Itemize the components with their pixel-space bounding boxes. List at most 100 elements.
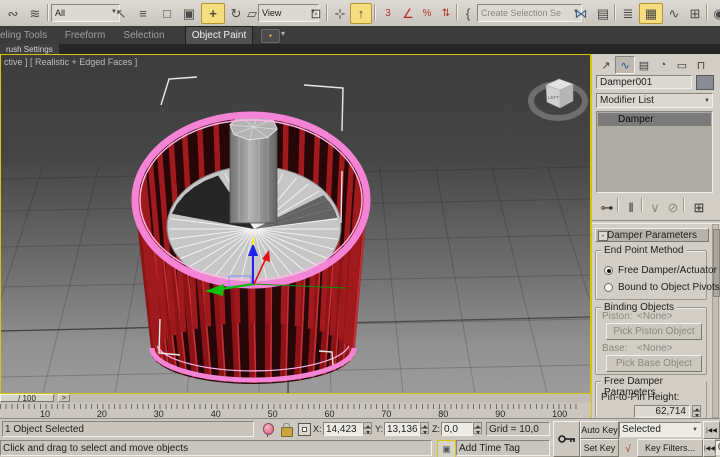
tab-freeform[interactable]: Freeform <box>62 26 108 44</box>
auto-key-button[interactable]: Auto Key <box>580 421 619 439</box>
z-spinner[interactable] <box>473 422 482 435</box>
modify-tab-icon[interactable]: ∿ <box>615 56 635 74</box>
ribbon-caret-icon[interactable]: ▾ <box>281 29 285 38</box>
kbd-override-icon[interactable]: ↑ <box>350 3 372 24</box>
pin-height-field[interactable]: 62,714 <box>634 405 690 418</box>
set-key-curve-icon[interactable]: √ <box>620 439 636 457</box>
dropdown-caret-icon: ▼ <box>704 98 710 104</box>
curve-editor-icon[interactable]: ∿ <box>663 3 685 24</box>
select-scale-icon[interactable]: ▱ <box>246 3 258 24</box>
selection-set-dropdown[interactable]: Selected ▼ <box>619 422 701 437</box>
percent-snap-icon[interactable]: % <box>417 3 437 24</box>
rollout-damper-parameters[interactable]: - Damper Parameters <box>595 228 709 242</box>
modifier-list-dropdown[interactable]: Modifier List ▼ <box>596 93 713 108</box>
add-time-tag-field[interactable]: Add Time Tag <box>456 440 550 456</box>
z-coord-value: 0,0 <box>444 424 458 435</box>
select-by-name-icon[interactable]: ≡ <box>132 3 154 24</box>
window-crossing-icon[interactable]: ▣ <box>178 3 200 24</box>
bind-spacewarp-icon[interactable]: ≋ <box>24 3 46 24</box>
track-bar[interactable]: 102030405060708090100 <box>0 403 591 418</box>
select-move-icon[interactable]: + <box>201 3 225 24</box>
set-keys-button[interactable] <box>553 421 580 457</box>
modifier-stack-list[interactable]: Damper <box>596 111 713 193</box>
named-sets-dropdown[interactable]: Create Selection Se <box>477 4 582 22</box>
pin-stack-icon[interactable]: ⊶ <box>598 197 616 218</box>
x-coord-value: 14,423 <box>326 424 357 435</box>
isolate-selection-icon[interactable] <box>263 423 274 435</box>
schematic-view-icon[interactable]: ⊞ <box>684 3 706 24</box>
grid-size-value: Grid = 10,0 <box>489 424 539 435</box>
button-label: Key Filters... <box>645 443 695 453</box>
current-frame-field[interactable]: 0 <box>715 440 720 455</box>
select-rotate-icon[interactable]: ↻ <box>225 3 247 24</box>
piston-label: Piston: <box>602 311 633 322</box>
time-slider-handle[interactable]: / 100 <box>0 394 54 402</box>
transform-typein-icon[interactable] <box>298 423 311 436</box>
material-editor-icon[interactable]: ◉ <box>709 3 720 24</box>
scene-explorer-icon[interactable]: ▦ <box>639 3 663 24</box>
object-color-swatch[interactable] <box>696 75 714 90</box>
angle-snap-icon[interactable]: ∠ <box>398 3 418 24</box>
pin-height-spinner[interactable] <box>692 405 701 418</box>
key-filters-button[interactable]: Key Filters... <box>637 439 703 457</box>
rollout-scrollbar[interactable] <box>712 224 719 418</box>
command-panel: ↗ ∿ ▤ ◔ ▭ ⊓ Damper001 Modifier List ▼ Da… <box>591 54 720 418</box>
snap-3d-icon[interactable]: 3 <box>378 3 398 24</box>
object-name-field[interactable]: Damper001 <box>596 75 692 89</box>
tab-object-paint[interactable]: Object Paint <box>185 26 253 44</box>
display-tab-icon[interactable]: ▭ <box>672 56 692 74</box>
make-unique-icon[interactable]: ∨ <box>646 197 664 218</box>
go-start-button[interactable]: |◀◀ <box>703 421 720 439</box>
toolbar-separator <box>456 4 457 21</box>
radio-bound-pivots[interactable] <box>604 283 613 292</box>
create-tab-icon[interactable]: ↗ <box>596 56 616 74</box>
main-toolbar: ∾ ≋ All ↖ ≡ □ ▣ + ↻ ▱ View ⊡ ⊹ ↑ 3 ∠ % ⇅… <box>0 0 720 27</box>
spinner-snap-icon[interactable]: ⇅ <box>436 3 456 24</box>
perspective-viewport[interactable]: LEFT ctive ] [ Realistic + Edged Faces ] <box>0 54 591 394</box>
tab-label: Freeform <box>65 30 106 41</box>
radio-free-damper[interactable] <box>604 266 613 275</box>
align-icon[interactable]: ▤ <box>592 3 614 24</box>
select-manipulate-icon[interactable]: ⊹ <box>330 3 350 24</box>
z-label: Z: <box>432 424 440 434</box>
motion-tab-icon[interactable]: ◔ <box>653 56 673 74</box>
remove-modifier-icon[interactable]: ⊘ <box>664 197 682 218</box>
use-center-icon[interactable]: ⊡ <box>306 3 326 24</box>
mirror-icon[interactable]: ⋈ <box>570 3 592 24</box>
stack-item-damper[interactable]: Damper <box>598 113 711 126</box>
pick-base-button[interactable]: Pick Base Object <box>606 355 702 372</box>
x-coord-field[interactable]: 14,423 <box>323 422 363 436</box>
toolbar-separator <box>683 198 684 212</box>
radio-bound-pivots-label[interactable]: Bound to Object Pivots <box>618 282 720 293</box>
pick-piston-button[interactable]: Pick Piston Object <box>606 323 702 340</box>
selection-lock-icon[interactable] <box>281 427 293 437</box>
utilities-tab-icon[interactable]: ⊓ <box>691 56 711 74</box>
group-legend: End Point Method <box>601 245 687 256</box>
set-key-button[interactable]: Set Key <box>580 439 619 457</box>
ribbon-minimize-button[interactable]: ● <box>261 29 280 43</box>
edit-named-sets-icon[interactable]: { <box>459 3 477 24</box>
next-frame-button[interactable]: > <box>58 394 70 402</box>
tab-label: rush Settings <box>6 45 53 54</box>
tab-selection[interactable]: Selection <box>120 26 168 44</box>
viewport-label[interactable]: ctive ] [ Realistic + Edged Faces ] <box>4 57 137 67</box>
rect-region-icon[interactable]: □ <box>156 3 178 24</box>
show-end-result-icon[interactable]: ‖ <box>622 197 640 218</box>
time-tag-icon[interactable]: ▣ <box>437 440 456 457</box>
tab-brush-settings[interactable]: rush Settings <box>0 44 59 54</box>
prompt-line: Click and drag to select and move object… <box>0 440 432 456</box>
y-spinner[interactable] <box>420 422 429 435</box>
z-coord-field[interactable]: 0,0 <box>441 422 473 436</box>
toolbar-separator <box>641 198 642 212</box>
button-label: > <box>62 395 66 402</box>
y-coord-field[interactable]: 13,136 <box>384 422 420 436</box>
tab-modeling-tools[interactable]: eling Tools <box>0 26 56 44</box>
radio-free-damper-label[interactable]: Free Damper/Actuator <box>618 265 717 276</box>
configure-sets-icon[interactable]: ⊞ <box>690 197 708 218</box>
unlink-icon[interactable]: ∾ <box>2 3 24 24</box>
panel-divider <box>592 220 720 224</box>
hierarchy-tab-icon[interactable]: ▤ <box>634 56 654 74</box>
layer-manager-icon[interactable]: ≣ <box>617 3 639 24</box>
select-object-icon[interactable]: ↖ <box>110 3 132 24</box>
x-spinner[interactable] <box>363 422 372 435</box>
